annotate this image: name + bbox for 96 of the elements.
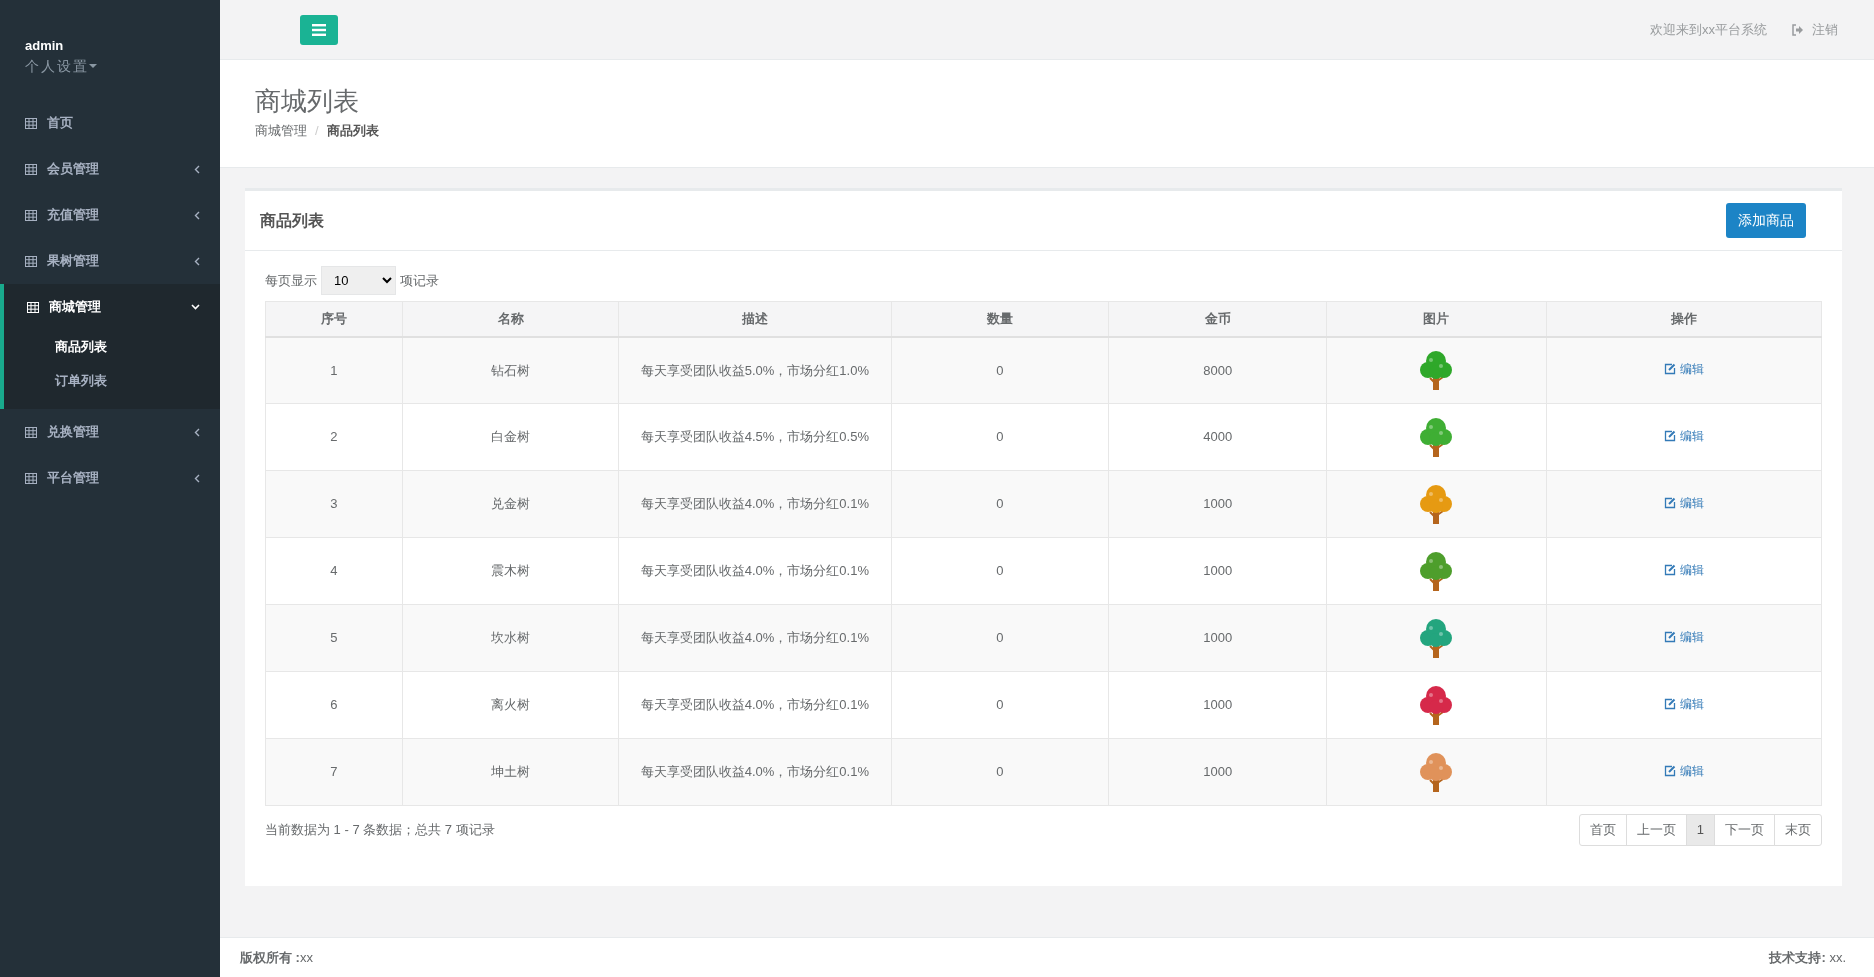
column-header: 序号 xyxy=(265,301,403,337)
grid-icon xyxy=(25,209,37,221)
table-cell: 0 xyxy=(891,336,1109,404)
table-cell: 钻石树 xyxy=(402,336,619,404)
sidebar-item[interactable]: 果树管理 xyxy=(0,238,220,284)
table-cell: 1000 xyxy=(1108,470,1327,538)
table-cell: 震木树 xyxy=(402,537,619,605)
table-cell: 3 xyxy=(265,470,403,538)
edit-link[interactable]: 编辑 xyxy=(1663,493,1704,512)
edit-link[interactable]: 编辑 xyxy=(1663,694,1704,713)
table-cell: 1000 xyxy=(1108,671,1327,739)
sidebar-item[interactable]: 首页 xyxy=(0,100,220,146)
table-cell: 0 xyxy=(891,403,1109,471)
table-cell: 每天享受团队收益4.5%，市场分红0.5% xyxy=(618,403,891,471)
panel-title: 商品列表 xyxy=(260,210,324,231)
table-cell: 1000 xyxy=(1108,604,1327,672)
user-name: admin xyxy=(25,37,65,55)
grid-icon xyxy=(25,426,37,438)
menu-button[interactable] xyxy=(300,14,338,45)
table-cell: 0 xyxy=(891,470,1109,538)
edit-link[interactable]: 编辑 xyxy=(1663,360,1704,378)
grid-icon xyxy=(25,472,37,484)
edit-link[interactable]: 编辑 xyxy=(1663,761,1704,780)
page-size-label: 每页显示 xyxy=(265,271,317,290)
table-cell: 1 xyxy=(265,336,403,404)
table-cell: 每天享受团队收益4.0%，市场分红0.1% xyxy=(618,537,891,605)
column-header: 数量 xyxy=(891,301,1109,337)
table-cell: 每天享受团队收益4.0%，市场分红0.1% xyxy=(618,671,891,739)
pagination-link[interactable]: 下一页 xyxy=(1714,814,1775,846)
edit-icon xyxy=(1663,363,1676,375)
submenu-item[interactable]: 商品列表 xyxy=(4,330,220,364)
page-size-select[interactable]: 10 xyxy=(321,266,396,295)
breadcrumb-item: 商品列表 xyxy=(326,122,379,141)
table-cell: 1000 xyxy=(1108,738,1327,806)
pagination-link[interactable]: 1 xyxy=(1685,814,1715,846)
table-cell: 1000 xyxy=(1108,537,1327,605)
edit-icon xyxy=(1663,630,1676,643)
add-product-button[interactable]: 添加商品 xyxy=(1726,203,1806,238)
sign-out-icon xyxy=(1791,23,1804,36)
sidebar-item[interactable]: 充值管理 xyxy=(0,192,220,238)
edit-icon xyxy=(1663,496,1676,509)
page-title: 商城列表 xyxy=(255,86,360,118)
table-cell: 白金树 xyxy=(402,403,619,471)
table-cell: 4000 xyxy=(1108,403,1327,471)
summary-text: 当前数据为 1 - 7 条数据；总共 7 项记录 xyxy=(265,821,495,839)
settings-dropdown[interactable]: 个人设置 xyxy=(25,55,220,77)
column-header: 描述 xyxy=(618,301,891,337)
table-cell: 7 xyxy=(265,738,403,806)
column-header: 图片 xyxy=(1326,301,1547,337)
pagination-link[interactable]: 上一页 xyxy=(1625,814,1687,846)
pagination-link[interactable]: 末页 xyxy=(1774,814,1822,846)
table-cell: 8000 xyxy=(1108,336,1327,404)
menu-icon xyxy=(312,23,326,36)
table-cell: 每天享受团队收益4.0%，市场分红0.1% xyxy=(618,604,891,672)
grid-icon xyxy=(25,117,37,129)
grid-icon xyxy=(25,163,37,175)
sidebar-item[interactable]: 商城管理 xyxy=(4,284,220,330)
edit-icon xyxy=(1663,697,1676,710)
sidebar-item[interactable]: 平台管理 xyxy=(0,455,220,501)
table-cell: 每天享受团队收益5.0%，市场分红1.0% xyxy=(618,336,891,404)
column-header: 操作 xyxy=(1546,301,1822,337)
table-cell: 0 xyxy=(891,738,1109,806)
grid-icon xyxy=(25,255,37,267)
table-cell: 2 xyxy=(265,403,403,471)
table-cell: 5 xyxy=(265,604,403,672)
submenu-item[interactable]: 订单列表 xyxy=(4,363,220,397)
table-cell: 坤土树 xyxy=(402,738,619,806)
breadcrumb-item[interactable]: 商城管理 xyxy=(255,121,307,141)
table-cell: 6 xyxy=(265,671,403,739)
copyright-text: 版权所有 :xx xyxy=(240,948,313,967)
table-cell: 兑金树 xyxy=(402,470,619,538)
grid-icon xyxy=(27,301,39,313)
edit-icon xyxy=(1663,429,1676,442)
edit-icon xyxy=(1663,563,1676,576)
table-cell: 0 xyxy=(891,537,1109,605)
sidebar-item[interactable]: 兑换管理 xyxy=(0,409,220,455)
table-cell: 每天享受团队收益4.0%，市场分红0.1% xyxy=(618,470,891,538)
table-cell: 离火树 xyxy=(402,671,619,739)
sidebar-item[interactable]: 会员管理 xyxy=(0,146,220,192)
caret-icon xyxy=(89,64,97,68)
edit-link[interactable]: 编辑 xyxy=(1663,560,1704,579)
column-header: 名称 xyxy=(402,301,619,337)
welcome-text: 欢迎来到xx平台系统 xyxy=(1650,20,1767,39)
edit-icon xyxy=(1663,764,1676,777)
edit-link[interactable]: 编辑 xyxy=(1663,426,1704,445)
column-header: 金币 xyxy=(1108,301,1327,337)
pagination-link[interactable]: 首页 xyxy=(1578,814,1627,846)
table-cell: 0 xyxy=(891,671,1109,739)
page-size-label: 项记录 xyxy=(400,271,439,290)
table-cell: 坎水树 xyxy=(402,604,619,672)
edit-link[interactable]: 编辑 xyxy=(1663,627,1704,646)
table-cell: 4 xyxy=(265,537,403,605)
table-cell: 每天享受团队收益4.0%，市场分红0.1% xyxy=(618,738,891,806)
support-text: 技术支持: xx. xyxy=(1769,948,1846,967)
table-cell: 0 xyxy=(891,604,1109,672)
breadcrumb-separator: / xyxy=(315,122,319,141)
